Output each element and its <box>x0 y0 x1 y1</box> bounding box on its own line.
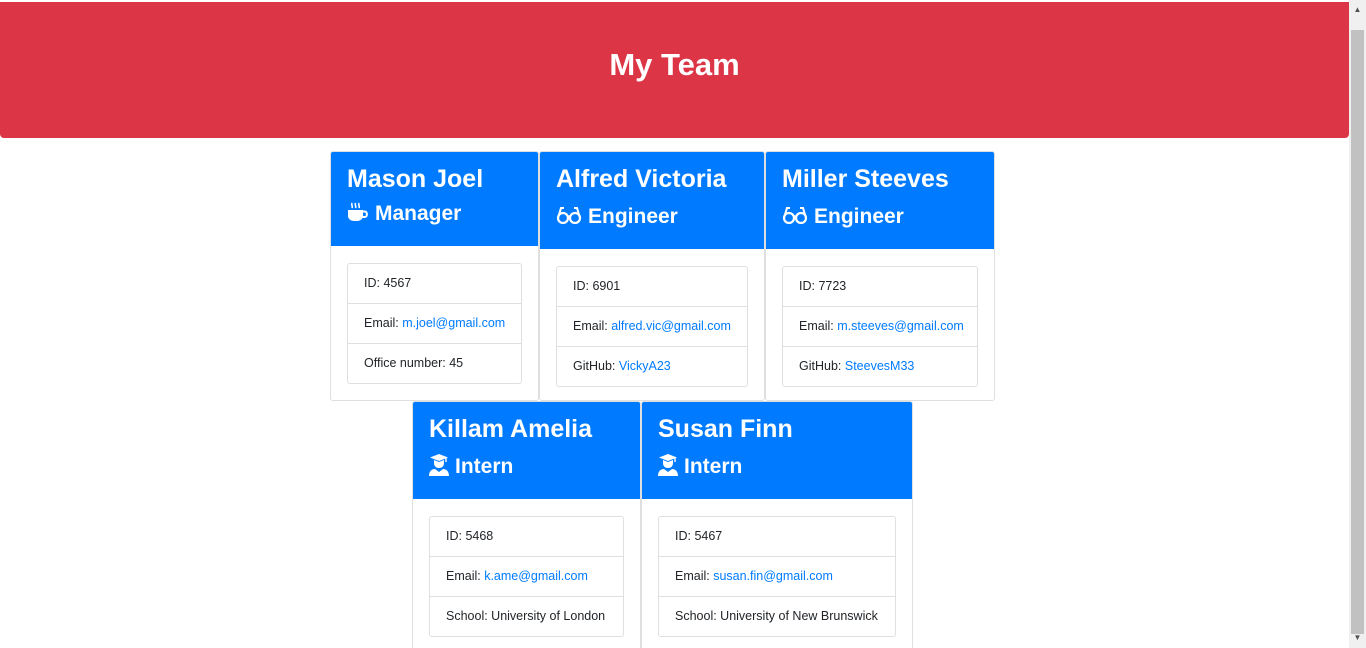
scroll-up-arrow-icon[interactable]: ▲ <box>1349 0 1366 17</box>
role-label: Engineer <box>588 205 678 228</box>
id-value: 7723 <box>818 279 847 293</box>
email-label: Email: <box>573 319 612 333</box>
employee-details: ID: 7723 Email: m.steeves@gmail.com GitH… <box>782 266 978 387</box>
email-link[interactable]: susan.fin@gmail.com <box>713 569 833 583</box>
card-header: Susan Finn Intern <box>642 402 912 499</box>
github-label: GitHub: <box>573 359 619 373</box>
employee-details: ID: 4567 Email: m.joel@gmail.com Office … <box>347 263 522 384</box>
scrollbar-thumb[interactable] <box>1351 30 1364 634</box>
page-header: My Team <box>0 2 1349 138</box>
glasses-icon <box>556 207 582 225</box>
office-number-row: Office number: 45 <box>348 344 521 383</box>
office-number-value: 45 <box>449 356 464 370</box>
email-row: Email: susan.fin@gmail.com <box>659 557 895 597</box>
school-label: School: <box>675 609 721 623</box>
github-label: GitHub: <box>799 359 845 373</box>
coffee-icon <box>348 203 368 222</box>
employee-role: Engineer <box>556 203 678 231</box>
employee-card-engineer: Miller Steeves Engineer ID: 7723 Email: … <box>765 151 995 401</box>
school-row: School: University of London <box>430 597 623 636</box>
github-row: GitHub: SteevesM33 <box>783 347 977 386</box>
employee-name: Killam Amelia <box>429 415 593 443</box>
id-label: ID: <box>364 276 384 290</box>
github-row: GitHub: VickyA23 <box>557 347 747 386</box>
github-link[interactable]: SteevesM33 <box>845 359 914 373</box>
email-row: Email: m.steeves@gmail.com <box>783 307 977 347</box>
id-row: ID: 4567 <box>348 264 521 304</box>
school-row: School: University of New Brunswick <box>659 597 895 636</box>
id-label: ID: <box>675 529 695 543</box>
card-header: Alfred Victoria Engineer <box>540 152 764 249</box>
card-header: Miller Steeves Engineer <box>766 152 994 249</box>
id-value: 5468 <box>465 529 494 543</box>
school-value: University of London <box>491 609 606 623</box>
card-header: Killam Amelia Intern <box>413 402 640 499</box>
role-label: Engineer <box>814 205 904 228</box>
employee-role: Manager <box>347 200 461 228</box>
id-label: ID: <box>799 279 819 293</box>
role-label: Intern <box>455 455 514 478</box>
email-link[interactable]: m.steeves@gmail.com <box>837 319 964 333</box>
id-row: ID: 7723 <box>783 267 977 307</box>
id-value: 4567 <box>383 276 412 290</box>
email-row: Email: alfred.vic@gmail.com <box>557 307 747 347</box>
office-number-label: Office number: <box>364 356 450 370</box>
email-row: Email: k.ame@gmail.com <box>430 557 623 597</box>
employee-card-intern: Killam Amelia Intern ID: 5468 Email: k.a… <box>412 401 641 648</box>
id-row: ID: 6901 <box>557 267 747 307</box>
employee-details: ID: 6901 Email: alfred.vic@gmail.com Git… <box>556 266 748 387</box>
employee-name: Susan Finn <box>658 415 793 443</box>
school-label: School: <box>446 609 492 623</box>
id-label: ID: <box>446 529 466 543</box>
employee-details: ID: 5468 Email: k.ame@gmail.com School: … <box>429 516 624 637</box>
scroll-down-arrow-icon[interactable]: ▼ <box>1349 631 1366 648</box>
page-viewport: My Team Mason Joel Manager ID: 4567 Emai… <box>0 0 1349 648</box>
id-value: 5467 <box>694 529 723 543</box>
email-link[interactable]: alfred.vic@gmail.com <box>611 319 731 333</box>
email-label: Email: <box>799 319 838 333</box>
employee-card-intern: Susan Finn Intern ID: 5467 Email: susan.… <box>641 401 913 648</box>
id-row: ID: 5467 <box>659 517 895 557</box>
id-label: ID: <box>573 279 593 293</box>
graduate-icon <box>658 454 678 477</box>
email-label: Email: <box>364 316 403 330</box>
id-value: 6901 <box>592 279 621 293</box>
employee-details: ID: 5467 Email: susan.fin@gmail.com Scho… <box>658 516 896 637</box>
email-label: Email: <box>675 569 714 583</box>
employee-role: Engineer <box>782 203 904 231</box>
employee-role: Intern <box>658 453 742 481</box>
employee-name: Alfred Victoria <box>556 165 727 193</box>
email-link[interactable]: k.ame@gmail.com <box>484 569 588 583</box>
page-title: My Team <box>609 47 740 82</box>
github-link[interactable]: VickyA23 <box>619 359 671 373</box>
role-label: Manager <box>375 202 462 225</box>
employee-card-engineer: Alfred Victoria Engineer ID: 6901 Email:… <box>539 151 765 401</box>
employee-name: Mason Joel <box>347 165 484 193</box>
id-row: ID: 5468 <box>430 517 623 557</box>
role-label: Intern <box>684 455 743 478</box>
glasses-icon <box>782 207 808 225</box>
email-label: Email: <box>446 569 485 583</box>
email-link[interactable]: m.joel@gmail.com <box>402 316 505 330</box>
email-row: Email: m.joel@gmail.com <box>348 304 521 344</box>
employee-card-manager: Mason Joel Manager ID: 4567 Email: m.joe… <box>330 151 539 401</box>
employee-role: Intern <box>429 453 513 481</box>
vertical-scrollbar[interactable]: ▲ ▼ <box>1349 0 1366 648</box>
school-value: University of New Brunswick <box>720 609 878 623</box>
card-header: Mason Joel Manager <box>331 152 538 246</box>
employee-name: Miller Steeves <box>782 165 949 193</box>
graduate-icon <box>429 454 449 477</box>
